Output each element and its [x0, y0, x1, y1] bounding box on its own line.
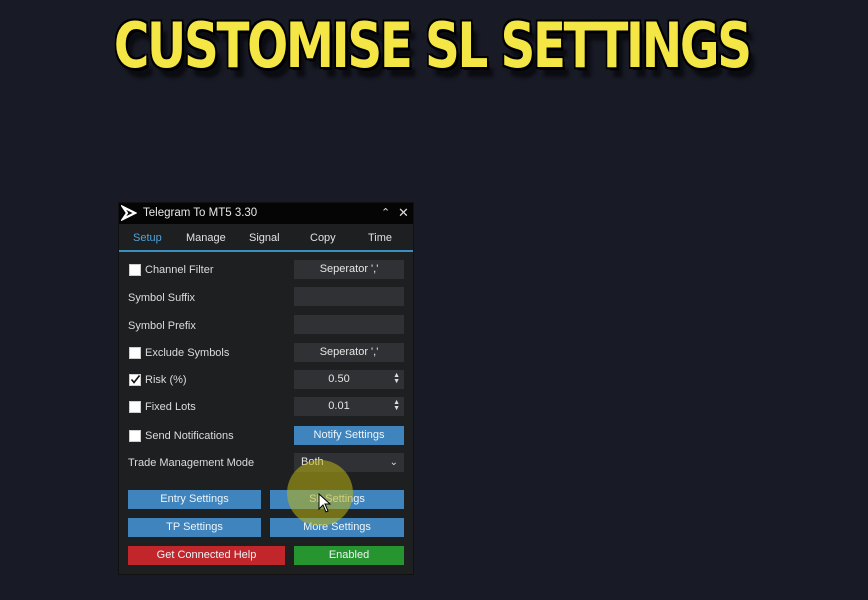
mouse-cursor-icon — [318, 493, 332, 513]
tab-bar: Setup Manage Signal Copy Time — [119, 225, 413, 252]
fixed-lots-input[interactable]: 0.01 ▲ ▼ — [294, 397, 404, 416]
channel-filter-checkbox[interactable] — [129, 264, 141, 276]
spinner-arrows-icon[interactable]: ▲ ▼ — [393, 372, 400, 385]
title-bar: Telegram To MT5 3.30 ⌃ ✕ — [119, 203, 413, 224]
trade-management-mode-label: Trade Management Mode — [128, 457, 255, 469]
fixed-lots-checkbox[interactable] — [129, 401, 141, 413]
get-connected-help-button[interactable]: Get Connected Help — [128, 546, 285, 565]
tp-settings-button[interactable]: TP Settings — [128, 518, 261, 537]
tab-manage[interactable]: Manage — [186, 232, 226, 244]
app-window: Telegram To MT5 3.30 ⌃ ✕ Setup Manage Si… — [118, 202, 414, 575]
symbol-suffix-input[interactable] — [294, 287, 404, 306]
headline: CUSTOMISE SL SETTINGS — [113, 9, 752, 82]
risk-checkbox[interactable] — [129, 374, 141, 386]
entry-settings-button[interactable]: Entry Settings — [128, 490, 261, 509]
symbol-prefix-label: Symbol Prefix — [128, 320, 196, 332]
tab-signal[interactable]: Signal — [249, 232, 280, 244]
risk-input[interactable]: 0.50 ▲ ▼ — [294, 370, 404, 389]
close-icon[interactable]: ✕ — [398, 205, 409, 221]
app-logo-icon — [121, 205, 137, 221]
exclude-symbols-checkbox[interactable] — [129, 347, 141, 359]
notify-settings-button[interactable]: Notify Settings — [294, 426, 404, 445]
tab-time[interactable]: Time — [368, 232, 392, 244]
exclude-symbols-separator-button[interactable]: Seperator ',' — [294, 343, 404, 362]
fixed-lots-label: Fixed Lots — [145, 401, 196, 413]
tab-copy[interactable]: Copy — [310, 232, 336, 244]
symbol-suffix-label: Symbol Suffix — [128, 292, 196, 304]
checkmark-icon — [130, 375, 141, 384]
exclude-symbols-label: Exclude Symbols — [145, 347, 230, 359]
channel-filter-label: Channel Filter — [145, 264, 214, 276]
enabled-toggle-button[interactable]: Enabled — [294, 546, 404, 565]
fixed-lots-value: 0.01 — [328, 400, 350, 412]
chevron-down-icon: ⌄ — [389, 457, 398, 468]
chevron-up-icon[interactable]: ⌃ — [381, 206, 390, 219]
symbol-prefix-input[interactable] — [294, 315, 404, 334]
spinner-arrows-icon[interactable]: ▲ ▼ — [393, 399, 400, 412]
window-title: Telegram To MT5 3.30 — [143, 207, 258, 219]
risk-value: 0.50 — [328, 373, 350, 385]
send-notifications-checkbox[interactable] — [129, 430, 141, 442]
send-notifications-label: Send Notifications — [145, 430, 234, 442]
channel-filter-separator-button[interactable]: Seperator ',' — [294, 260, 404, 279]
risk-label: Risk (%) — [145, 374, 187, 386]
tab-setup[interactable]: Setup — [133, 232, 162, 244]
